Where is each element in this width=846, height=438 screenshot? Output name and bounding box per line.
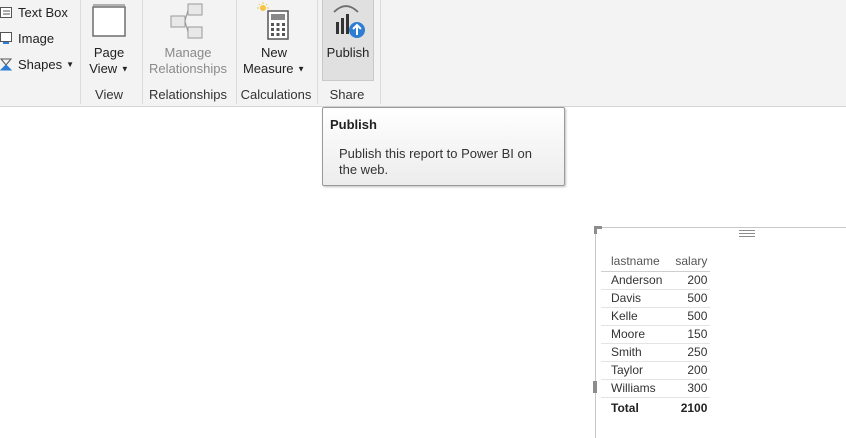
cell-salary: 250: [665, 343, 711, 362]
table-row: Moore 150: [601, 325, 711, 344]
shapes-label: Shapes: [18, 56, 63, 72]
new-measure-label-line2: Measure: [242, 61, 294, 76]
publish-tooltip: Publish Publish this report to Power BI …: [322, 107, 565, 186]
chevron-down-icon: ▼: [297, 64, 306, 74]
total-label: Total: [611, 401, 639, 415]
shapes-icon: [0, 58, 13, 71]
image-label: Image: [18, 30, 55, 46]
tooltip-body: Publish this report to Power BI on the w…: [339, 146, 532, 177]
table-row: Williams 300: [601, 379, 711, 398]
resize-handle-left[interactable]: [593, 381, 597, 393]
text-box-icon: [0, 7, 12, 18]
cell-lastname: Taylor: [601, 361, 666, 380]
chevron-down-icon: ▼: [120, 64, 129, 74]
page-view-icon: [92, 4, 126, 37]
resize-handle-corner[interactable]: [594, 226, 602, 234]
tooltip-title: Publish: [330, 117, 377, 132]
group-separator: [236, 0, 237, 104]
group-separator: [317, 0, 318, 104]
publish-label: Publish: [326, 45, 370, 60]
cell-lastname: Davis: [601, 289, 666, 308]
ribbon: Text Box Image Shapes ▼ Page View ▼ View: [0, 0, 846, 107]
manage-relationships-label-line2: Relationships: [148, 61, 228, 76]
table-visual[interactable]: lastname salary Anderson 200 Davis 500 K…: [593, 226, 846, 438]
shapes-button[interactable]: Shapes ▼: [0, 54, 74, 74]
cell-salary: 200: [665, 271, 711, 290]
cell-salary: 150: [665, 325, 711, 344]
group-separator: [80, 0, 81, 104]
text-box-button[interactable]: Text Box: [0, 2, 68, 22]
cell-salary: 300: [665, 379, 711, 398]
table-row: Smith 250: [601, 343, 711, 362]
table-total-row: Total 2100: [601, 398, 710, 418]
page-view-button[interactable]: Page View ▼: [84, 0, 134, 80]
publish-icon: [333, 5, 365, 38]
manage-relationships-label-line1: Manage: [164, 45, 212, 60]
cell-lastname: Moore: [601, 325, 666, 344]
calculations-group-label: Calculations: [240, 87, 312, 102]
column-header-lastname[interactable]: lastname: [601, 252, 665, 272]
image-button[interactable]: Image: [0, 28, 54, 48]
table-header-row: lastname salary: [601, 252, 711, 272]
relationships-icon: [170, 3, 203, 39]
relationships-group-label: Relationships: [148, 87, 228, 102]
table-row: Anderson 200: [601, 271, 711, 290]
cell-salary: 500: [665, 289, 711, 308]
text-box-label: Text Box: [18, 4, 68, 20]
data-table: lastname salary Anderson 200 Davis 500 K…: [601, 252, 711, 418]
table-row: Taylor 200: [601, 361, 711, 380]
column-header-salary[interactable]: salary: [665, 252, 710, 272]
drag-grip-icon[interactable]: [739, 228, 755, 238]
group-separator: [142, 0, 143, 104]
image-icon: [0, 32, 12, 44]
cell-lastname: Williams: [601, 379, 666, 398]
page-view-label-line1: Page: [93, 45, 125, 60]
table-row: Kelle 500: [601, 307, 711, 326]
cell-salary: 500: [665, 307, 711, 326]
cell-lastname: Kelle: [601, 307, 666, 326]
cell-lastname: Anderson: [601, 271, 666, 290]
chevron-down-icon: ▼: [66, 59, 75, 69]
group-separator: [380, 0, 381, 104]
share-group-label: Share: [329, 87, 365, 102]
new-measure-button[interactable]: New Measure ▼: [240, 0, 308, 80]
publish-button[interactable]: Publish: [322, 0, 374, 81]
page-view-label-line2: View: [89, 61, 118, 76]
manage-relationships-button[interactable]: Manage Relationships: [145, 0, 231, 80]
new-measure-label-line1: New: [260, 45, 287, 60]
view-group-label: View: [95, 87, 123, 102]
table-row: Davis 500: [601, 289, 711, 308]
total-value: 2100: [680, 401, 708, 415]
cell-lastname: Smith: [601, 343, 666, 362]
cell-salary: 200: [665, 361, 711, 380]
calculator-icon: [257, 2, 289, 40]
